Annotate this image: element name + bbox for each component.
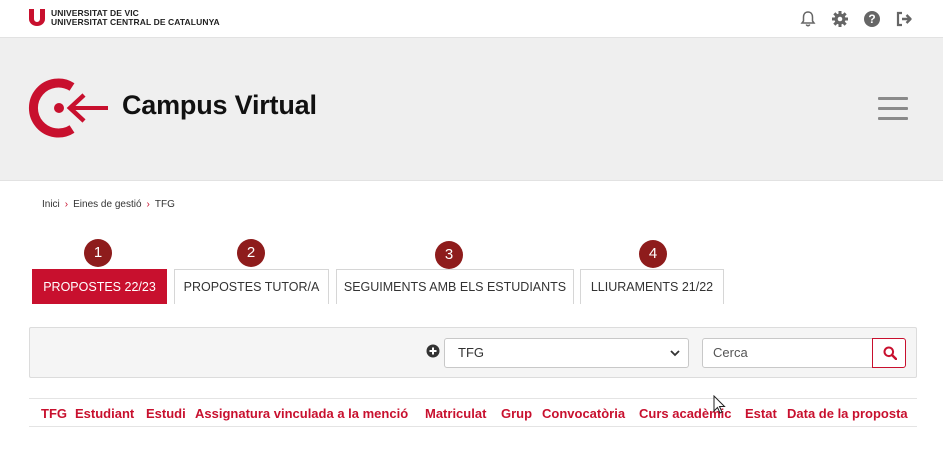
search-button[interactable]	[872, 338, 906, 368]
tab-badge-2: 2	[237, 239, 265, 267]
tab-badge-1: 1	[84, 239, 112, 267]
breadcrumb-inici[interactable]: Inici	[42, 199, 60, 210]
add-plus-icon[interactable]	[426, 344, 440, 358]
tab-propostes-tutor[interactable]: PROPOSTES TUTOR/A	[174, 269, 329, 304]
tab-propostes[interactable]: PROPOSTES 22/23	[32, 269, 167, 304]
column-header-tfg[interactable]: TFG	[41, 406, 67, 421]
header-band: Campus Virtual	[0, 38, 943, 181]
search-icon	[883, 346, 897, 360]
help-icon[interactable]: ?	[863, 10, 881, 28]
tab-badge-4: 4	[639, 240, 667, 268]
mouse-cursor-icon	[713, 395, 726, 414]
filter-bar: TFG Cerca	[29, 327, 917, 378]
university-name: UNIVERSITAT DE VIC UNIVERSITAT CENTRAL D…	[51, 9, 220, 26]
campus-virtual-title: Campus Virtual	[122, 90, 317, 120]
tab-lliuraments[interactable]: LLIURAMENTS 21/22	[580, 269, 724, 304]
column-header-estat[interactable]: Estat	[745, 406, 777, 421]
uvic-u-logo-icon	[29, 9, 45, 26]
column-header-convocatoria[interactable]: Convocatòria	[542, 406, 625, 421]
column-header-data-proposta[interactable]: Data de la proposta	[787, 406, 908, 421]
menu-hamburger-icon[interactable]	[878, 97, 910, 123]
campus-virtual-logo-icon[interactable]	[28, 77, 112, 139]
column-header-estudiant[interactable]: Estudiant	[75, 406, 134, 421]
tab-seguiments[interactable]: SEGUIMENTS AMB ELS ESTUDIANTS	[336, 269, 574, 304]
breadcrumb-eines-de-gestio[interactable]: Eines de gestió	[73, 199, 141, 210]
column-header-matriculat[interactable]: Matriculat	[425, 406, 486, 421]
svg-text:?: ?	[868, 12, 875, 26]
table-header: TFG Estudiant Estudi Assignatura vincula…	[29, 398, 917, 427]
chevron-down-icon	[670, 350, 680, 357]
column-header-assignatura[interactable]: Assignatura vinculada a la menció	[195, 406, 408, 421]
bell-icon[interactable]	[799, 10, 817, 28]
top-bar: UNIVERSITAT DE VIC UNIVERSITAT CENTRAL D…	[0, 0, 943, 38]
gear-icon[interactable]	[831, 10, 849, 28]
university-name-line2: UNIVERSITAT CENTRAL DE CATALUNYA	[51, 16, 220, 27]
breadcrumb-tfg[interactable]: TFG	[155, 199, 175, 210]
university-logo[interactable]: UNIVERSITAT DE VIC UNIVERSITAT CENTRAL D…	[29, 9, 220, 26]
search-input[interactable]: Cerca	[702, 338, 873, 368]
tab-badge-3: 3	[435, 241, 463, 269]
column-header-estudi[interactable]: Estudi	[146, 406, 186, 421]
breadcrumb-separator-icon: ›	[146, 199, 150, 210]
column-header-grup[interactable]: Grup	[501, 406, 532, 421]
breadcrumb-separator-icon: ›	[64, 199, 69, 210]
top-icons: ?	[799, 10, 913, 28]
type-select[interactable]: TFG	[444, 338, 689, 368]
type-select-value: TFG	[458, 345, 484, 360]
breadcrumb: Inici › Eines de gestió › TFG	[42, 199, 175, 210]
logout-icon[interactable]	[895, 10, 913, 28]
